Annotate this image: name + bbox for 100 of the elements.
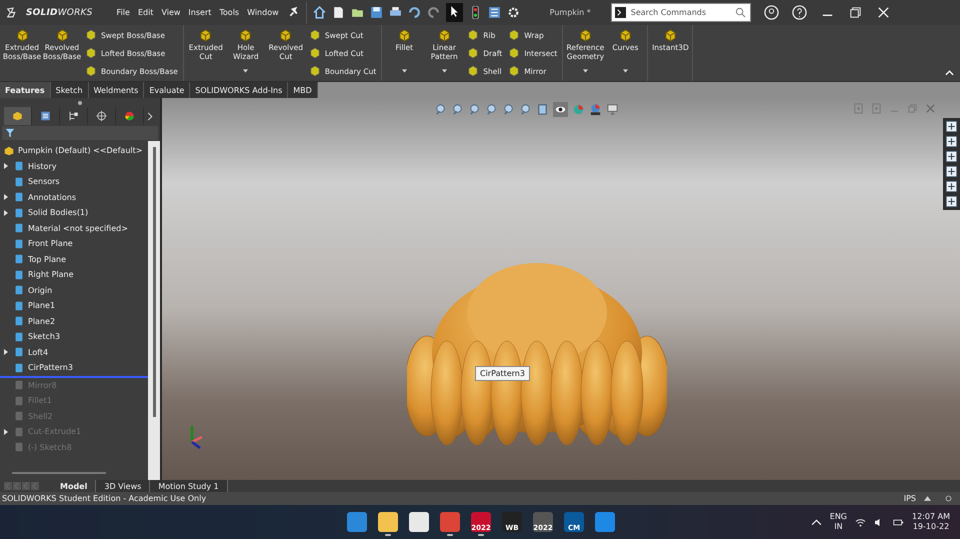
home-icon[interactable] [312, 6, 326, 19]
tree-item[interactable]: Sketch3 [28, 332, 60, 342]
collapse-ribbon-icon[interactable] [945, 70, 954, 76]
tree-item[interactable]: Origin [28, 286, 52, 295]
status-text: SOLIDWORKS Student Edition - Academic Use Only [2, 494, 206, 503]
tree-item[interactable]: Annotations [28, 192, 76, 202]
close-icon[interactable] [876, 5, 891, 20]
feature-icon [13, 379, 25, 392]
caret-icon[interactable] [924, 495, 931, 502]
chevron-right-icon[interactable] [147, 112, 153, 120]
view-orientation-icon[interactable] [536, 103, 549, 116]
menu-item[interactable]: File [116, 8, 130, 17]
tree-item[interactable]: Top Plane [28, 254, 66, 264]
print-icon[interactable] [388, 6, 402, 19]
clock-time[interactable]: 12:07 AM [912, 512, 950, 522]
menu-item[interactable]: Window [247, 8, 279, 17]
menu-item[interactable]: Edit [138, 8, 154, 17]
redo-icon[interactable] [426, 6, 440, 19]
feature-icon [508, 47, 520, 59]
app-logo: SOLIDWORKS [26, 8, 93, 18]
feature-icon [279, 29, 292, 42]
feature-icon [13, 315, 25, 328]
model-tab[interactable]: 3D Views [96, 480, 150, 492]
expand-arrow-icon[interactable] [4, 210, 8, 216]
tooltip: CirPattern3 [475, 366, 530, 381]
rebuild-icon[interactable] [945, 495, 952, 502]
new-document-icon[interactable] [332, 6, 345, 19]
feature-icon [13, 410, 25, 422]
tree-item[interactable]: Sensors [28, 177, 60, 186]
model-tab[interactable]: Motion Study 1 [150, 480, 228, 492]
menu-item[interactable]: Tools [219, 8, 240, 17]
monitor-icon[interactable] [606, 103, 619, 116]
view-tool-icon[interactable] [485, 103, 498, 116]
expand-arrow-icon[interactable] [4, 163, 8, 170]
task-pane-icon[interactable] [945, 135, 958, 148]
battery-icon[interactable] [893, 518, 904, 526]
feature-icon [85, 29, 97, 41]
command-tab[interactable]: Features [0, 82, 51, 98]
command-tab[interactable]: Weldments [88, 82, 144, 98]
save-icon[interactable] [370, 6, 383, 19]
feature-icon [199, 29, 212, 42]
task-pane-icon[interactable] [945, 120, 958, 133]
tree-item[interactable]: Pumpkin (Default) <<Default> [18, 146, 142, 156]
feature-icon [467, 65, 480, 77]
language-label[interactable]: ENG [830, 512, 848, 522]
tree-item[interactable]: Material <not specified> [28, 224, 128, 233]
view-tool-icon[interactable] [451, 103, 464, 116]
feature-icon [13, 222, 25, 234]
wifi-icon[interactable] [855, 518, 866, 526]
help-icon[interactable] [792, 5, 807, 20]
feature-icon [13, 191, 25, 204]
command-tab[interactable]: SOLIDWORKS Add-Ins [190, 82, 288, 98]
command-tab[interactable]: MBD [288, 82, 318, 98]
task-pane-icon[interactable] [945, 180, 958, 193]
view-tool-icon[interactable] [502, 103, 515, 116]
feature-icon [85, 47, 97, 59]
tree-item[interactable]: History [28, 162, 56, 171]
caret-icon[interactable] [243, 69, 248, 73]
feature-icon [13, 394, 25, 407]
menu-item[interactable]: Insert [188, 8, 212, 17]
command-tab[interactable]: Evaluate [144, 82, 190, 98]
caret-icon[interactable] [622, 69, 628, 73]
part-icon[interactable] [4, 107, 32, 125]
region-label[interactable]: IN [834, 522, 843, 532]
caret-icon[interactable] [582, 69, 588, 73]
search-icon[interactable] [734, 7, 746, 18]
tree-item[interactable]: Plane2 [28, 316, 56, 326]
restore-icon[interactable] [848, 5, 863, 20]
feature-icon [308, 47, 321, 59]
caret-icon[interactable] [442, 69, 447, 73]
tree-item[interactable]: Loft4 [28, 348, 48, 357]
search-field[interactable]: Search Commands [610, 3, 751, 22]
settings-icon[interactable] [506, 6, 520, 19]
display-style-icon[interactable] [553, 102, 568, 117]
expand-arrow-icon[interactable] [4, 349, 8, 356]
view-tool-icon[interactable] [434, 103, 447, 116]
expand-arrow-icon[interactable] [4, 194, 8, 200]
units-label[interactable]: IPS [904, 494, 916, 503]
menu-item[interactable]: View [161, 8, 180, 17]
list-icon[interactable] [488, 6, 501, 19]
undo-icon[interactable] [408, 6, 421, 19]
command-tab[interactable]: Sketch [50, 82, 89, 98]
filter-icon[interactable] [5, 128, 15, 138]
caret-icon[interactable] [402, 69, 407, 73]
task-pane-icon[interactable] [945, 150, 958, 163]
tree-item[interactable]: Right Plane [28, 270, 74, 280]
feature-icon [508, 65, 520, 77]
tree-item[interactable]: Plane1 [28, 301, 56, 310]
tree-item[interactable]: Solid Bodies(1) [28, 208, 88, 218]
view-tool-icon[interactable] [468, 103, 481, 116]
tree-item[interactable]: Front Plane [28, 239, 73, 248]
view-tool-icon[interactable] [519, 103, 532, 116]
part-icon [3, 144, 15, 157]
feature-icon [664, 29, 677, 42]
clock-date[interactable]: 19-10-22 [912, 522, 950, 532]
tree-item[interactable]: CirPattern3 [28, 363, 73, 372]
feature-icon [13, 253, 25, 266]
chevron-up-icon[interactable] [810, 518, 822, 526]
task-pane-icon[interactable] [945, 195, 958, 208]
task-pane-icon[interactable] [945, 165, 958, 178]
